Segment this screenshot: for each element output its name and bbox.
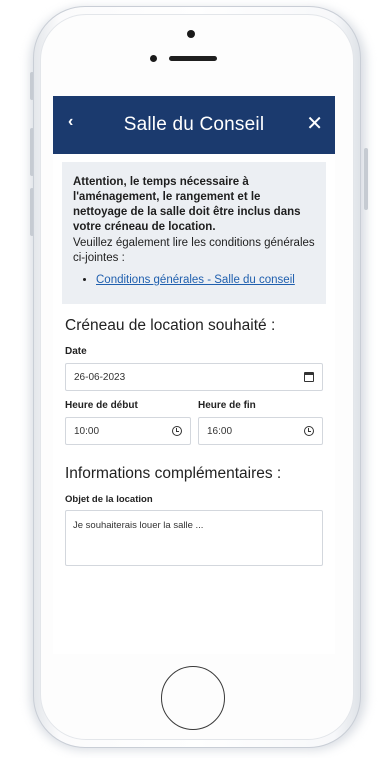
end-time-value: 16:00	[207, 425, 233, 437]
start-time-group: Heure de début 10:00	[65, 400, 191, 445]
start-time-label: Heure de début	[65, 400, 138, 411]
purpose-textarea[interactable]: Je souhaiterais louer la salle ...	[65, 510, 323, 566]
end-time-input[interactable]: 16:00	[198, 417, 323, 445]
back-chevron-icon[interactable]: ‹	[68, 113, 73, 131]
notice-info-text: Veuillez également lire les conditions g…	[73, 237, 315, 264]
purpose-label: Objet de la location	[65, 494, 153, 505]
proximity-sensor	[150, 55, 157, 62]
extra-section-title: Informations complémentaires :	[65, 465, 282, 482]
power-button	[364, 148, 368, 210]
start-time-value: 10:00	[74, 425, 100, 437]
date-value: 26-06-2023	[74, 371, 126, 383]
front-camera	[187, 30, 195, 38]
app-screen: ‹ Salle du Conseil ✕ Attention, le temps…	[53, 96, 335, 654]
notice-warning-text: Attention, le temps nécessaire à l'aména…	[73, 176, 301, 233]
booking-section-title: Créneau de location souhaité :	[65, 317, 276, 334]
notice-box: Attention, le temps nécessaire à l'aména…	[62, 162, 326, 304]
close-icon[interactable]: ✕	[306, 111, 323, 136]
calendar-icon[interactable]	[304, 372, 314, 382]
time-row: Heure de début 10:00 Heure de fin 16:00	[65, 400, 323, 445]
end-time-group: Heure de fin 16:00	[198, 400, 323, 445]
notice-links: Conditions générales - Salle du conseil	[73, 273, 316, 288]
modal-title: Salle du Conseil	[123, 114, 265, 135]
purpose-group: Objet de la location Je souhaiterais lou…	[65, 494, 323, 566]
date-group: Date 26-06-2023	[65, 346, 323, 391]
notice-link-item: Conditions générales - Salle du conseil	[96, 273, 316, 288]
date-input[interactable]: 26-06-2023	[65, 363, 323, 391]
start-time-input[interactable]: 10:00	[65, 417, 191, 445]
date-label: Date	[65, 346, 87, 357]
modal-header: ‹ Salle du Conseil ✕	[53, 96, 335, 154]
earpiece-speaker	[169, 56, 217, 61]
home-button[interactable]	[161, 666, 225, 730]
conditions-link[interactable]: Conditions générales - Salle du conseil	[96, 274, 295, 286]
clock-icon[interactable]	[304, 426, 314, 436]
end-time-label: Heure de fin	[198, 400, 256, 411]
clock-icon[interactable]	[172, 426, 182, 436]
